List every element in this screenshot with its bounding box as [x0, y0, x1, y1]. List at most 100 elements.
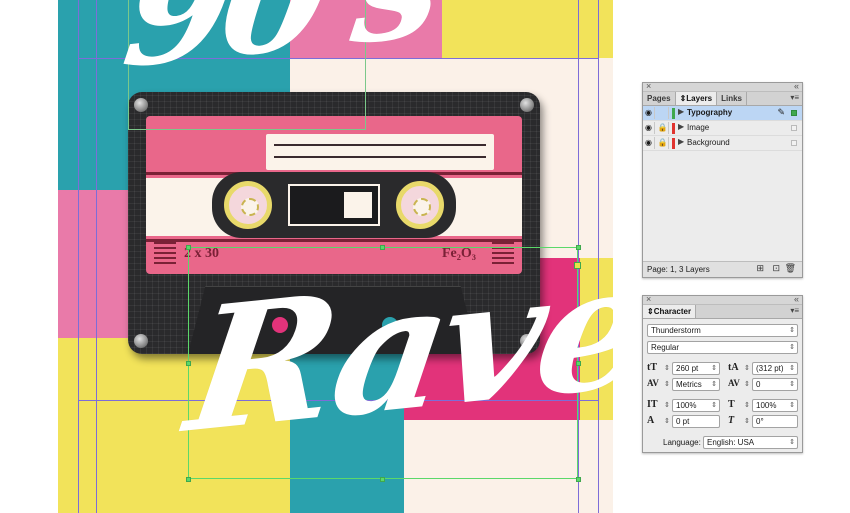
font-style-select[interactable]: Regular ⇕ — [647, 341, 798, 354]
trash-icon[interactable]: 🗑 — [785, 263, 796, 274]
panel-menu-icon[interactable]: ▾≡ — [790, 306, 799, 315]
frame-handle[interactable] — [186, 477, 191, 482]
tab-layers[interactable]: ⇕Layers — [675, 92, 718, 105]
dropdown-arrows-icon[interactable]: ⇕ — [789, 325, 795, 336]
font-family-value: Thunderstorm — [651, 326, 701, 335]
layer-color-swatch — [672, 138, 675, 149]
tab-character[interactable]: ⇕Character — [643, 305, 697, 318]
tracking-field[interactable]: 0 ⇕ — [752, 378, 798, 391]
panel-title-bar[interactable]: × « — [643, 294, 802, 305]
tape-window — [212, 172, 456, 238]
language-select[interactable]: English: USA ⇕ — [703, 436, 798, 449]
bg-pink-left — [58, 190, 136, 338]
dropdown-arrows-icon[interactable]: ⇕ — [711, 400, 717, 411]
indesign-workspace: 2 x 30 Fe₂O₃ 90's Rave — [0, 0, 850, 513]
tab-links[interactable]: Links — [717, 92, 747, 105]
stepper-icon[interactable]: ⇕ — [744, 417, 750, 425]
layer-selection-square[interactable] — [791, 110, 797, 116]
tracking-value: 0 — [756, 380, 761, 389]
vertical-scale-field[interactable]: 100% ⇕ — [672, 399, 720, 412]
layer-row-image[interactable]: ◉ 🔒 ▶ Image — [643, 121, 802, 136]
new-sublayer-icon[interactable]: ⊡ — [772, 263, 780, 274]
layer-selection-square[interactable] — [791, 140, 797, 146]
band-stripe — [146, 239, 522, 242]
panel-title-bar[interactable]: × « — [643, 81, 802, 92]
frame-handle[interactable] — [576, 477, 581, 482]
new-layer-icon[interactable]: ⊞ — [756, 263, 764, 274]
dropdown-arrows-icon[interactable]: ⇕ — [789, 363, 795, 374]
layer-selection-square[interactable] — [791, 125, 797, 131]
stepper-icon[interactable]: ⇕ — [664, 380, 670, 388]
vertical-scale-icon: IT — [647, 399, 658, 410]
collapse-icon[interactable]: « — [794, 81, 799, 91]
dropdown-arrows-icon[interactable]: ⇕ — [789, 342, 795, 353]
layer-name: Typography — [687, 108, 733, 117]
stepper-icon[interactable]: ⇕ — [744, 401, 750, 409]
frame-handle[interactable] — [186, 245, 191, 250]
layer-color-swatch — [672, 123, 675, 134]
expand-triangle-icon[interactable]: ▶ — [678, 107, 684, 116]
pen-icon: ✎ — [777, 107, 785, 117]
artwork-canvas[interactable]: 2 x 30 Fe₂O₃ 90's Rave — [58, 0, 613, 513]
tape-screw — [134, 334, 148, 348]
tab-pages[interactable]: Pages — [643, 92, 676, 105]
skew-field[interactable]: 0° — [752, 415, 798, 428]
layers-status: Page: 1, 3 Layers — [647, 265, 710, 274]
skew-value: 0° — [756, 417, 764, 426]
close-icon[interactable]: × — [646, 81, 651, 91]
layer-row-typography[interactable]: ◉ ▶ Typography ✎ — [643, 106, 802, 121]
tape-stripes-left — [154, 242, 176, 264]
dropdown-arrows-icon[interactable]: ⇕ — [711, 379, 717, 390]
language-label: Language: — [663, 438, 701, 447]
dropdown-arrows-icon[interactable]: ⇕ — [789, 437, 795, 448]
frame-handle[interactable] — [380, 477, 385, 482]
kerning-field[interactable]: Metrics ⇕ — [672, 378, 720, 391]
character-panel: × « ⇕Character ▾≡ Thunderstorm ⇕ Regular… — [642, 294, 803, 453]
stepper-icon[interactable]: ⇕ — [664, 364, 670, 372]
leading-value: (312 pt) — [756, 364, 784, 373]
baseline-shift-field[interactable]: 0 pt — [672, 415, 720, 428]
eye-icon[interactable]: ◉ — [643, 107, 655, 119]
dropdown-arrows-icon[interactable]: ⇕ — [789, 379, 795, 390]
leading-icon: tA — [728, 362, 739, 373]
lock-toggle-empty[interactable] — [657, 107, 669, 119]
headline-top-script[interactable]: 90's — [114, 0, 445, 102]
tape-reel-right — [396, 181, 444, 229]
font-size-icon: tT — [647, 362, 657, 373]
tab-character-label: Character — [653, 307, 692, 316]
leading-field[interactable]: (312 pt) ⇕ — [752, 362, 798, 375]
expand-triangle-icon[interactable]: ▶ — [678, 137, 684, 146]
collapse-icon[interactable]: « — [794, 294, 799, 304]
panel-menu-icon[interactable]: ▾≡ — [790, 93, 799, 102]
font-size-field[interactable]: 260 pt ⇕ — [672, 362, 720, 375]
tape-screw — [520, 98, 534, 112]
label-line — [274, 156, 486, 158]
lock-icon[interactable]: 🔒 — [657, 122, 669, 134]
stepper-icon[interactable]: ⇕ — [744, 380, 750, 388]
expand-triangle-icon[interactable]: ▶ — [678, 122, 684, 131]
guide-vertical — [96, 0, 97, 513]
stepper-icon[interactable]: ⇕ — [664, 417, 670, 425]
eye-icon[interactable]: ◉ — [643, 122, 655, 134]
font-family-select[interactable]: Thunderstorm ⇕ — [647, 324, 798, 337]
eye-icon[interactable]: ◉ — [643, 137, 655, 149]
layer-row-background[interactable]: ◉ 🔒 ▶ Background — [643, 136, 802, 151]
stepper-icon[interactable]: ⇕ — [664, 401, 670, 409]
headline-bottom-script[interactable]: Rave — [177, 223, 613, 471]
tracking-icon: AV — [728, 378, 740, 388]
tab-stepper-icon: ⇕ — [647, 307, 654, 316]
baseline-shift-value: 0 pt — [676, 417, 690, 426]
dropdown-arrows-icon[interactable]: ⇕ — [789, 400, 795, 411]
dropdown-arrows-icon[interactable]: ⇕ — [711, 363, 717, 374]
font-style-value: Regular — [651, 343, 680, 352]
frame-handle[interactable] — [380, 245, 385, 250]
label-line — [274, 144, 486, 146]
close-icon[interactable]: × — [646, 294, 651, 304]
tape-window-center — [288, 184, 380, 226]
stepper-icon[interactable]: ⇕ — [744, 364, 750, 372]
frame-handle[interactable] — [186, 361, 191, 366]
horizontal-scale-field[interactable]: 100% ⇕ — [752, 399, 798, 412]
layer-color-swatch — [672, 108, 675, 119]
lock-icon[interactable]: 🔒 — [657, 137, 669, 149]
baseline-shift-icon: A — [647, 415, 655, 426]
